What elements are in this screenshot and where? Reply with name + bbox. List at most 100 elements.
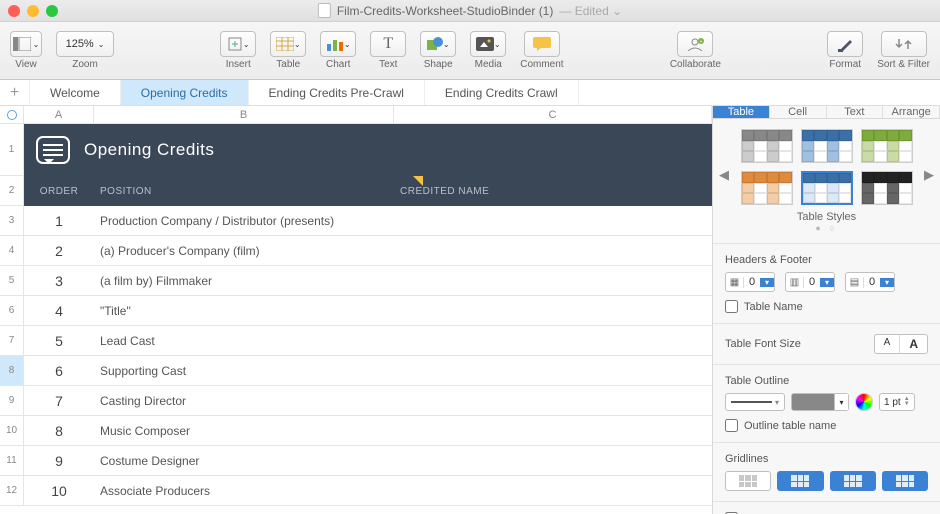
sheet-tab-ending-crawl[interactable]: Ending Credits Crawl xyxy=(425,80,579,105)
zoom-window-button[interactable] xyxy=(46,5,58,17)
cell-order[interactable]: 3 xyxy=(24,266,94,295)
sheet-tab-opening-credits[interactable]: Opening Credits xyxy=(121,80,249,105)
color-wheel-button[interactable] xyxy=(855,393,873,411)
stepper-arrows-icon[interactable]: ▲▼ xyxy=(904,397,910,407)
table-button[interactable]: ⌄ xyxy=(270,31,306,57)
row-header[interactable]: 5 xyxy=(0,266,24,295)
column-header-a[interactable]: A xyxy=(24,106,94,123)
cell-credited[interactable] xyxy=(394,266,712,295)
page-dots[interactable]: ● ○ xyxy=(725,223,928,233)
outline-name-check-input[interactable] xyxy=(725,419,738,432)
styles-next-button[interactable]: ▶ xyxy=(924,167,934,183)
sheet-tab-ending-pre-crawl[interactable]: Ending Credits Pre-Crawl xyxy=(249,80,425,105)
cell-credited[interactable] xyxy=(394,326,712,355)
table-row[interactable]: 75Lead Cast xyxy=(0,326,712,356)
header-rows-stepper[interactable]: ▦0▾ xyxy=(725,272,775,292)
cell-order[interactable]: 8 xyxy=(24,416,94,445)
cell-order[interactable]: 9 xyxy=(24,446,94,475)
row-header[interactable]: 12 xyxy=(0,476,24,505)
styles-prev-button[interactable]: ◀ xyxy=(719,167,729,183)
row-header[interactable]: 2 xyxy=(0,176,24,205)
cell-position[interactable]: Supporting Cast xyxy=(94,356,394,385)
table-style-thumbnail[interactable] xyxy=(861,129,913,163)
stepper-arrows-icon[interactable]: ▾ xyxy=(820,278,834,287)
gridlines-vertical-button[interactable] xyxy=(777,471,823,491)
select-all-corner[interactable] xyxy=(0,106,24,123)
cell-order[interactable]: 6 xyxy=(24,356,94,385)
window-title[interactable]: Film-Credits-Worksheet-StudioBinder (1) … xyxy=(318,3,622,18)
cell-position[interactable]: Associate Producers xyxy=(94,476,394,505)
text-button[interactable]: T xyxy=(370,31,406,57)
view-button[interactable]: ⌄ xyxy=(10,31,42,57)
cell-order[interactable]: 5 xyxy=(24,326,94,355)
cell-order[interactable]: 4 xyxy=(24,296,94,325)
gridlines-horizontal-button[interactable] xyxy=(725,471,771,491)
table-row[interactable]: 108Music Composer xyxy=(0,416,712,446)
row-header[interactable]: 7 xyxy=(0,326,24,355)
minimize-window-button[interactable] xyxy=(27,5,39,17)
format-button[interactable] xyxy=(827,31,863,57)
outline-table-name-checkbox[interactable]: Outline table name xyxy=(725,419,928,432)
row-header[interactable]: 1 xyxy=(0,124,24,175)
table-style-thumbnail[interactable] xyxy=(801,129,853,163)
table-style-thumbnail[interactable] xyxy=(741,129,793,163)
inspector-tab-arrange[interactable]: Arrange xyxy=(883,106,940,118)
row-header[interactable]: 11 xyxy=(0,446,24,475)
row-header[interactable]: 8 xyxy=(0,356,24,385)
cell-position[interactable]: Casting Director xyxy=(94,386,394,415)
column-header-c[interactable]: C xyxy=(394,106,712,123)
insert-button[interactable]: ⌄ xyxy=(220,31,256,57)
font-larger-button[interactable]: A xyxy=(900,335,927,353)
gridlines-header-h-button[interactable] xyxy=(830,471,876,491)
media-button[interactable]: ⌄ xyxy=(470,31,506,57)
spreadsheet[interactable]: A B C 1 Opening Credits 2 ORDER POSITION… xyxy=(0,106,712,514)
column-header-b[interactable]: B xyxy=(94,106,394,123)
table-row[interactable]: 1210Associate Producers xyxy=(0,476,712,506)
table-style-thumbnail[interactable] xyxy=(801,171,853,205)
cell-position[interactable]: Production Company / Distributor (presen… xyxy=(94,206,394,235)
cell-position[interactable]: Costume Designer xyxy=(94,446,394,475)
sort-filter-button[interactable] xyxy=(881,31,927,57)
row-header[interactable]: 4 xyxy=(0,236,24,265)
zoom-select[interactable]: 125%⌄ xyxy=(56,31,114,57)
cell-credited[interactable] xyxy=(394,296,712,325)
sheet-tab-welcome[interactable]: Welcome xyxy=(30,80,121,105)
header-cols-stepper[interactable]: ▥0▾ xyxy=(785,272,835,292)
table-style-thumbnail[interactable] xyxy=(861,171,913,205)
row-header[interactable]: 6 xyxy=(0,296,24,325)
table-row[interactable]: 86Supporting Cast xyxy=(0,356,712,386)
row-header[interactable]: 3 xyxy=(0,206,24,235)
cell-order[interactable]: 10 xyxy=(24,476,94,505)
footer-rows-stepper[interactable]: ▤0▾ xyxy=(845,272,895,292)
table-row[interactable]: 2 ORDER POSITION CREDITED NAME xyxy=(0,176,712,206)
inspector-tab-cell[interactable]: Cell xyxy=(770,106,827,118)
table-name-check-input[interactable] xyxy=(725,300,738,313)
cell-order[interactable]: 7 xyxy=(24,386,94,415)
outline-color-select[interactable]: ▾ xyxy=(791,393,849,411)
table-row[interactable]: 64"Title" xyxy=(0,296,712,326)
row-header[interactable]: 10 xyxy=(0,416,24,445)
cell-order[interactable]: 1 xyxy=(24,206,94,235)
stepper-arrows-icon[interactable]: ▾ xyxy=(760,278,774,287)
table-row[interactable]: 53(a film by) Filmmaker xyxy=(0,266,712,296)
cell-credited[interactable] xyxy=(394,416,712,445)
stepper-arrows-icon[interactable]: ▾ xyxy=(880,278,894,287)
chart-button[interactable]: ⌄ xyxy=(320,31,356,57)
inspector-tab-table[interactable]: Table xyxy=(713,106,770,118)
gridlines-header-v-button[interactable] xyxy=(882,471,928,491)
close-window-button[interactable] xyxy=(8,5,20,17)
cell-position[interactable]: (a film by) Filmmaker xyxy=(94,266,394,295)
table-style-thumbnail[interactable] xyxy=(741,171,793,205)
table-row[interactable]: 97Casting Director xyxy=(0,386,712,416)
comment-button[interactable] xyxy=(524,31,560,57)
table-row[interactable]: 1 Opening Credits xyxy=(0,124,712,176)
cell-credited[interactable] xyxy=(394,236,712,265)
cell-position[interactable]: Lead Cast xyxy=(94,326,394,355)
table-row[interactable]: 119Costume Designer xyxy=(0,446,712,476)
table-row[interactable]: 42(a) Producer's Company (film) xyxy=(0,236,712,266)
font-smaller-button[interactable]: A xyxy=(875,335,901,353)
cell-position[interactable]: "Title" xyxy=(94,296,394,325)
cell-credited[interactable] xyxy=(394,476,712,505)
comment-indicator-icon[interactable] xyxy=(413,176,423,186)
inspector-tab-text[interactable]: Text xyxy=(827,106,884,118)
